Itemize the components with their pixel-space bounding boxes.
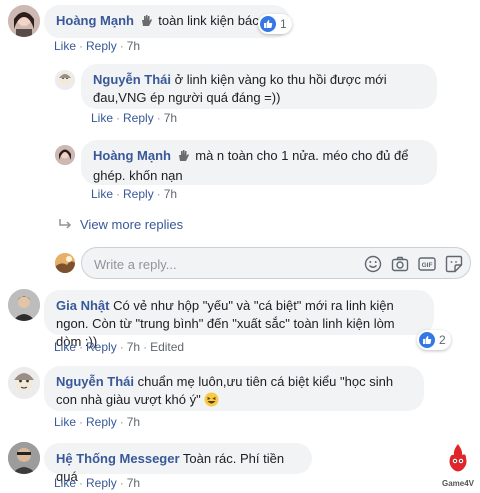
comment-actions: Like · Reply · 7h [54,476,141,490]
svg-text:GIF: GIF [422,262,433,269]
comment-bubble: Gia Nhật Có vẻ như hộp "yếu" và "cá biệt… [44,290,434,349]
view-more-replies-link[interactable]: View more replies [58,217,183,232]
gif-icon[interactable]: GIF [418,255,436,273]
like-button[interactable]: Like [91,187,113,201]
timestamp[interactable]: 7h [164,111,177,125]
comment-text: toàn link kiện bác ạ [158,13,270,28]
comment-bubble: Nguyễn Thái ở linh kiện vàng ko thu hồi … [81,64,437,109]
wave-icon [140,14,153,32]
comment-author[interactable]: Hoàng Mạnh [56,13,134,28]
avatar[interactable] [8,289,40,321]
reply-button[interactable]: Reply [123,111,154,125]
like-reaction-icon [260,16,276,32]
comment-actions: Like · Reply · 7h · Edited [54,340,185,354]
timestamp[interactable]: 7h [127,39,140,53]
avatar[interactable] [8,442,40,474]
emoji-icon[interactable] [364,255,382,273]
reply-composer: GIF [81,247,471,279]
like-button[interactable]: Like [54,415,76,429]
comment-author[interactable]: Nguyễn Thái [56,374,134,389]
avatar[interactable] [55,145,75,165]
like-button[interactable]: Like [54,476,76,490]
comment-actions: Like · Reply · 7h [54,415,141,429]
comment-bubble: Hoàng Mạnh toàn link kiện bác ạ [44,5,290,38]
reply-input[interactable] [92,253,296,275]
comment-actions: Like · Reply · 7h [54,39,141,53]
avatar[interactable] [8,367,40,399]
avatar[interactable] [8,5,40,37]
like-button[interactable]: Like [54,39,76,53]
like-button[interactable]: Like [91,111,113,125]
comment-author[interactable]: Nguyễn Thái [93,72,171,87]
reaction-count[interactable]: 1 [258,14,292,34]
reply-button[interactable]: Reply [86,340,117,354]
wave-icon [177,149,190,167]
timestamp[interactable]: 7h [164,187,177,201]
edited-label[interactable]: Edited [150,340,184,354]
current-user-avatar [55,253,75,273]
comment-author[interactable]: Hệ Thống Messeger [56,451,180,466]
reply-button[interactable]: Reply [123,187,154,201]
comment-actions: Like · Reply · 7h [91,187,178,201]
comment-bubble: Hệ Thống Messeger Toàn rác. Phí tiền quá [44,443,312,484]
reply-arrow-icon [58,218,72,231]
like-reaction-icon [419,332,435,348]
game4v-watermark: Game4V [440,443,476,489]
comment-author[interactable]: Gia Nhật [56,298,109,313]
grin-emoji-icon [204,392,219,412]
comment-bubble: Nguyễn Thái chuẩn mẹ luôn,ưu tiên cá biệ… [44,366,424,411]
comment-actions: Like · Reply · 7h [91,111,178,125]
reply-button[interactable]: Reply [86,476,117,490]
timestamp[interactable]: 7h [127,340,140,354]
comment-bubble: Hoàng Mạnh mà n toàn cho 1 nửa. méo cho … [81,140,437,185]
sticker-icon[interactable] [445,255,463,273]
reaction-count[interactable]: 2 [417,330,451,350]
comment-author[interactable]: Hoàng Mạnh [93,148,171,163]
avatar[interactable] [55,70,75,90]
reply-button[interactable]: Reply [86,39,117,53]
timestamp[interactable]: 7h [127,415,140,429]
timestamp[interactable]: 7h [127,476,140,490]
like-button[interactable]: Like [54,340,76,354]
flame-logo-icon [447,443,469,478]
reply-button[interactable]: Reply [86,415,117,429]
camera-icon[interactable] [391,255,409,273]
